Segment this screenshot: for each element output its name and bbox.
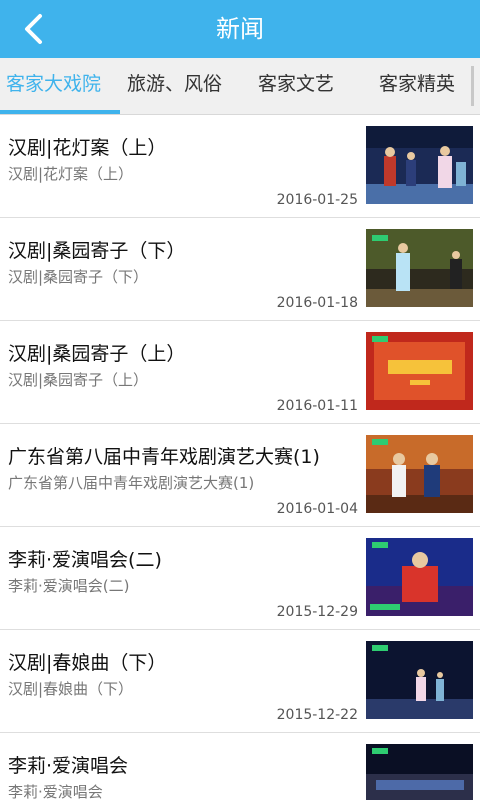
app-header: 新闻 — [0, 0, 480, 58]
tab-kejia-arts[interactable]: 客家文艺 — [258, 70, 334, 98]
news-list: 汉剧|花灯案（上） 汉剧|花灯案（上） 2016-01-25 汉剧|桑园寄子（下… — [0, 115, 480, 800]
news-thumbnail — [366, 435, 473, 513]
news-date: 2015-12-22 — [276, 707, 358, 723]
tab-kejia-elite[interactable]: 客家精英 — [379, 70, 455, 98]
news-item[interactable]: 汉剧|桑园寄子（下） 汉剧|桑园寄子（下） 2016-01-18 — [0, 218, 480, 321]
news-title: 汉剧|春娘曲（下） — [8, 652, 167, 674]
news-item[interactable]: 汉剧|春娘曲（下） 汉剧|春娘曲（下） 2015-12-22 — [0, 630, 480, 733]
news-date: 2015-12-29 — [276, 604, 358, 620]
news-title: 广东省第八届中青年戏剧演艺大赛(1) — [8, 446, 320, 468]
news-thumbnail — [366, 641, 473, 719]
news-thumbnail — [366, 229, 473, 307]
news-thumbnail — [366, 538, 473, 616]
news-subtitle: 汉剧|花灯案（上） — [8, 165, 134, 183]
tab-travel-customs[interactable]: 旅游、风俗 — [127, 70, 222, 98]
news-title: 汉剧|桑园寄子（下） — [8, 240, 186, 262]
news-title: 汉剧|花灯案（上） — [8, 137, 167, 159]
news-date: 2016-01-04 — [276, 501, 358, 517]
page-title: 新闻 — [216, 15, 264, 43]
news-subtitle: 汉剧|桑园寄子（下） — [8, 268, 149, 286]
news-thumbnail — [366, 126, 473, 204]
news-title: 汉剧|桑园寄子（上） — [8, 343, 186, 365]
news-date: 2016-01-25 — [276, 192, 358, 208]
news-title: 李莉·爱演唱会 — [8, 755, 129, 777]
news-item[interactable]: 汉剧|花灯案（上） 汉剧|花灯案（上） 2016-01-25 — [0, 115, 480, 218]
news-date: 2016-01-11 — [276, 398, 358, 414]
news-date: 2016-01-18 — [276, 295, 358, 311]
news-title: 李莉·爱演唱会(二) — [8, 549, 162, 571]
news-subtitle: 李莉·爱演唱会(二) — [8, 577, 130, 595]
news-item[interactable]: 汉剧|桑园寄子（上） 汉剧|桑园寄子（上） 2016-01-11 — [0, 321, 480, 424]
news-subtitle: 李莉·爱演唱会 — [8, 783, 103, 800]
tab-scroll-edge — [471, 66, 474, 106]
active-tab-indicator — [0, 110, 120, 114]
news-item[interactable]: 广东省第八届中青年戏剧演艺大赛(1) 广东省第八届中青年戏剧演艺大赛(1) 20… — [0, 424, 480, 527]
news-subtitle: 广东省第八届中青年戏剧演艺大赛(1) — [8, 474, 255, 492]
news-item[interactable]: 李莉·爱演唱会(二) 李莉·爱演唱会(二) 2015-12-29 — [0, 527, 480, 630]
news-thumbnail — [366, 332, 473, 410]
news-subtitle: 汉剧|春娘曲（下） — [8, 680, 134, 698]
category-tabs: 客家大戏院 旅游、风俗 客家文艺 客家精英 — [0, 58, 480, 115]
news-subtitle: 汉剧|桑园寄子（上） — [8, 371, 149, 389]
tab-kejia-theater[interactable]: 客家大戏院 — [6, 70, 101, 98]
news-item[interactable]: 李莉·爱演唱会 李莉·爱演唱会 — [0, 733, 480, 800]
news-thumbnail — [366, 744, 473, 800]
